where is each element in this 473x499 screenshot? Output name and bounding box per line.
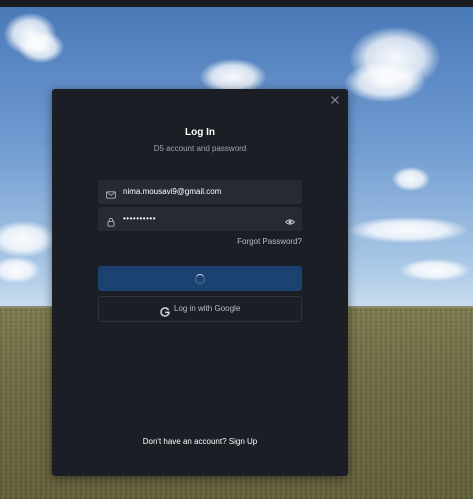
signup-question: Don't have an account? bbox=[142, 437, 227, 446]
dialog-subtitle: D5 account and password bbox=[153, 144, 247, 153]
login-dialog: Log In D5 account and password nima.mous… bbox=[52, 89, 348, 476]
email-value: nima.mousavi9@gmail.com bbox=[123, 187, 222, 196]
signup-link[interactable]: Sign Up bbox=[229, 437, 257, 446]
login-button[interactable] bbox=[98, 266, 302, 291]
lock-icon bbox=[106, 214, 116, 227]
close-icon[interactable] bbox=[329, 93, 341, 105]
email-field[interactable]: nima.mousavi9@gmail.com bbox=[98, 180, 302, 204]
top-bar bbox=[0, 0, 473, 7]
eye-icon[interactable] bbox=[284, 214, 296, 225]
password-value: •••••••••• bbox=[123, 214, 157, 223]
mail-icon bbox=[106, 187, 116, 199]
app-window: Log In D5 account and password nima.mous… bbox=[0, 0, 473, 499]
spinner-icon bbox=[195, 274, 205, 284]
google-icon bbox=[160, 304, 170, 317]
forgot-password-link[interactable]: Forgot Password? bbox=[237, 237, 302, 246]
dialog-title: Log In bbox=[185, 127, 215, 138]
signup-prompt: Don't have an account? Sign Up bbox=[52, 437, 348, 446]
password-field[interactable]: •••••••••• bbox=[98, 207, 302, 231]
google-login-button[interactable]: Log in with Google bbox=[98, 296, 302, 322]
google-login-label: Log in with Google bbox=[174, 304, 241, 313]
